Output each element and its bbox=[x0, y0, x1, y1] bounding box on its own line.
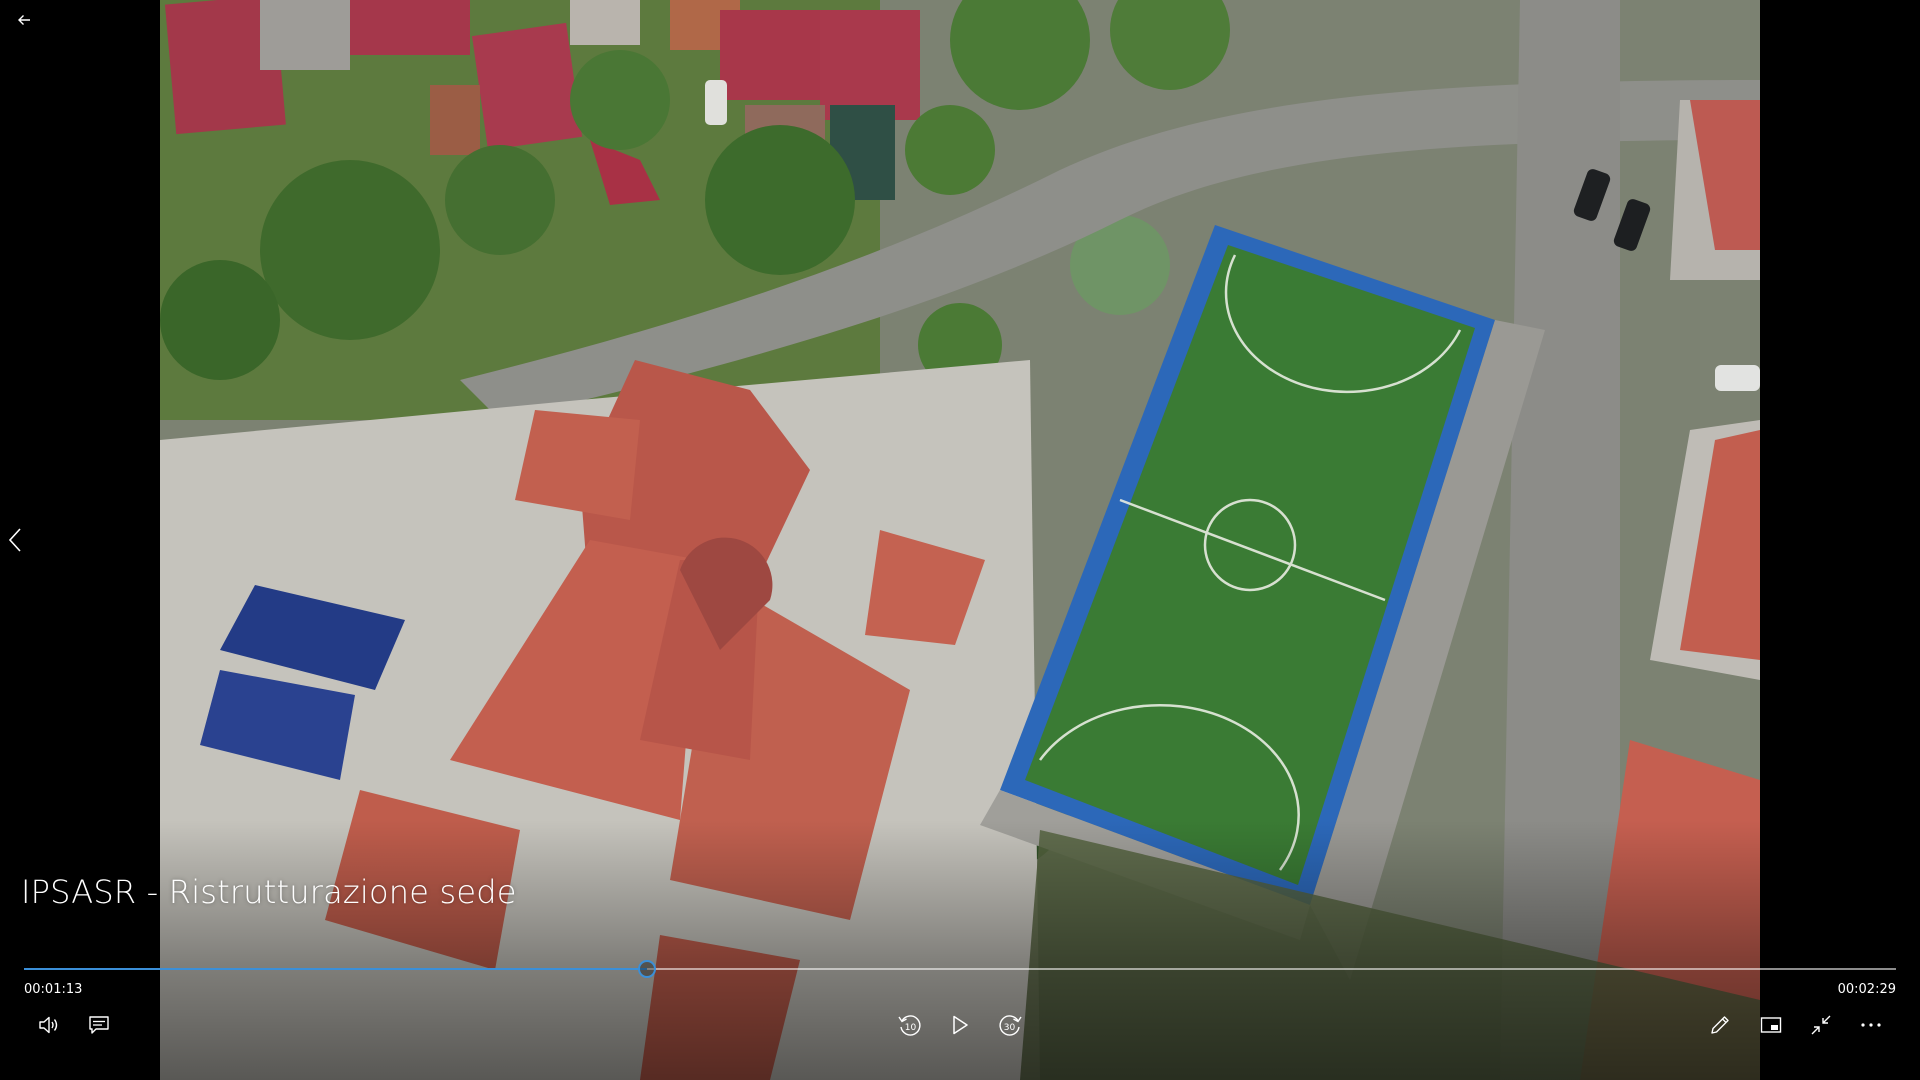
video-player: IPSASR - Ristrutturazione sede 00:01:13 … bbox=[0, 0, 1920, 1080]
svg-text:30: 30 bbox=[1004, 1023, 1016, 1033]
play-button[interactable] bbox=[940, 1005, 980, 1045]
captions-button[interactable] bbox=[79, 1005, 119, 1045]
seek-progress bbox=[24, 968, 648, 970]
pencil-icon bbox=[1711, 1016, 1729, 1034]
time-total: 00:02:29 bbox=[1837, 982, 1896, 997]
miniplayer-icon bbox=[1760, 1017, 1782, 1033]
arrow-left-icon bbox=[18, 15, 30, 25]
edit-button[interactable] bbox=[1700, 1005, 1740, 1045]
play-icon bbox=[953, 1015, 968, 1035]
miniplayer-button[interactable] bbox=[1751, 1005, 1791, 1045]
aerial-video-image bbox=[160, 0, 1760, 1080]
time-elapsed: 00:01:13 bbox=[24, 982, 83, 997]
exit-fullscreen-button[interactable] bbox=[1801, 1005, 1841, 1045]
previous-button[interactable] bbox=[0, 520, 30, 560]
volume-button[interactable] bbox=[29, 1005, 69, 1045]
svg-text:10: 10 bbox=[905, 1023, 917, 1033]
video-frame[interactable] bbox=[160, 0, 1760, 1080]
back-button[interactable] bbox=[4, 0, 44, 40]
video-title: IPSASR - Ristrutturazione sede bbox=[21, 873, 517, 911]
chevron-left-icon bbox=[8, 528, 21, 552]
rewind-10-icon: 10 bbox=[898, 1015, 921, 1036]
more-button[interactable] bbox=[1851, 1005, 1891, 1045]
exit-fullscreen-icon bbox=[1811, 1015, 1831, 1035]
captions-icon bbox=[89, 1016, 109, 1034]
more-dots-icon bbox=[1861, 1023, 1881, 1027]
forward-30-icon: 30 bbox=[999, 1015, 1022, 1036]
skip-forward-button[interactable]: 30 bbox=[990, 1005, 1030, 1045]
skip-back-button[interactable]: 10 bbox=[890, 1005, 930, 1045]
seek-bar[interactable] bbox=[24, 960, 1896, 978]
speaker-icon bbox=[39, 1016, 58, 1034]
